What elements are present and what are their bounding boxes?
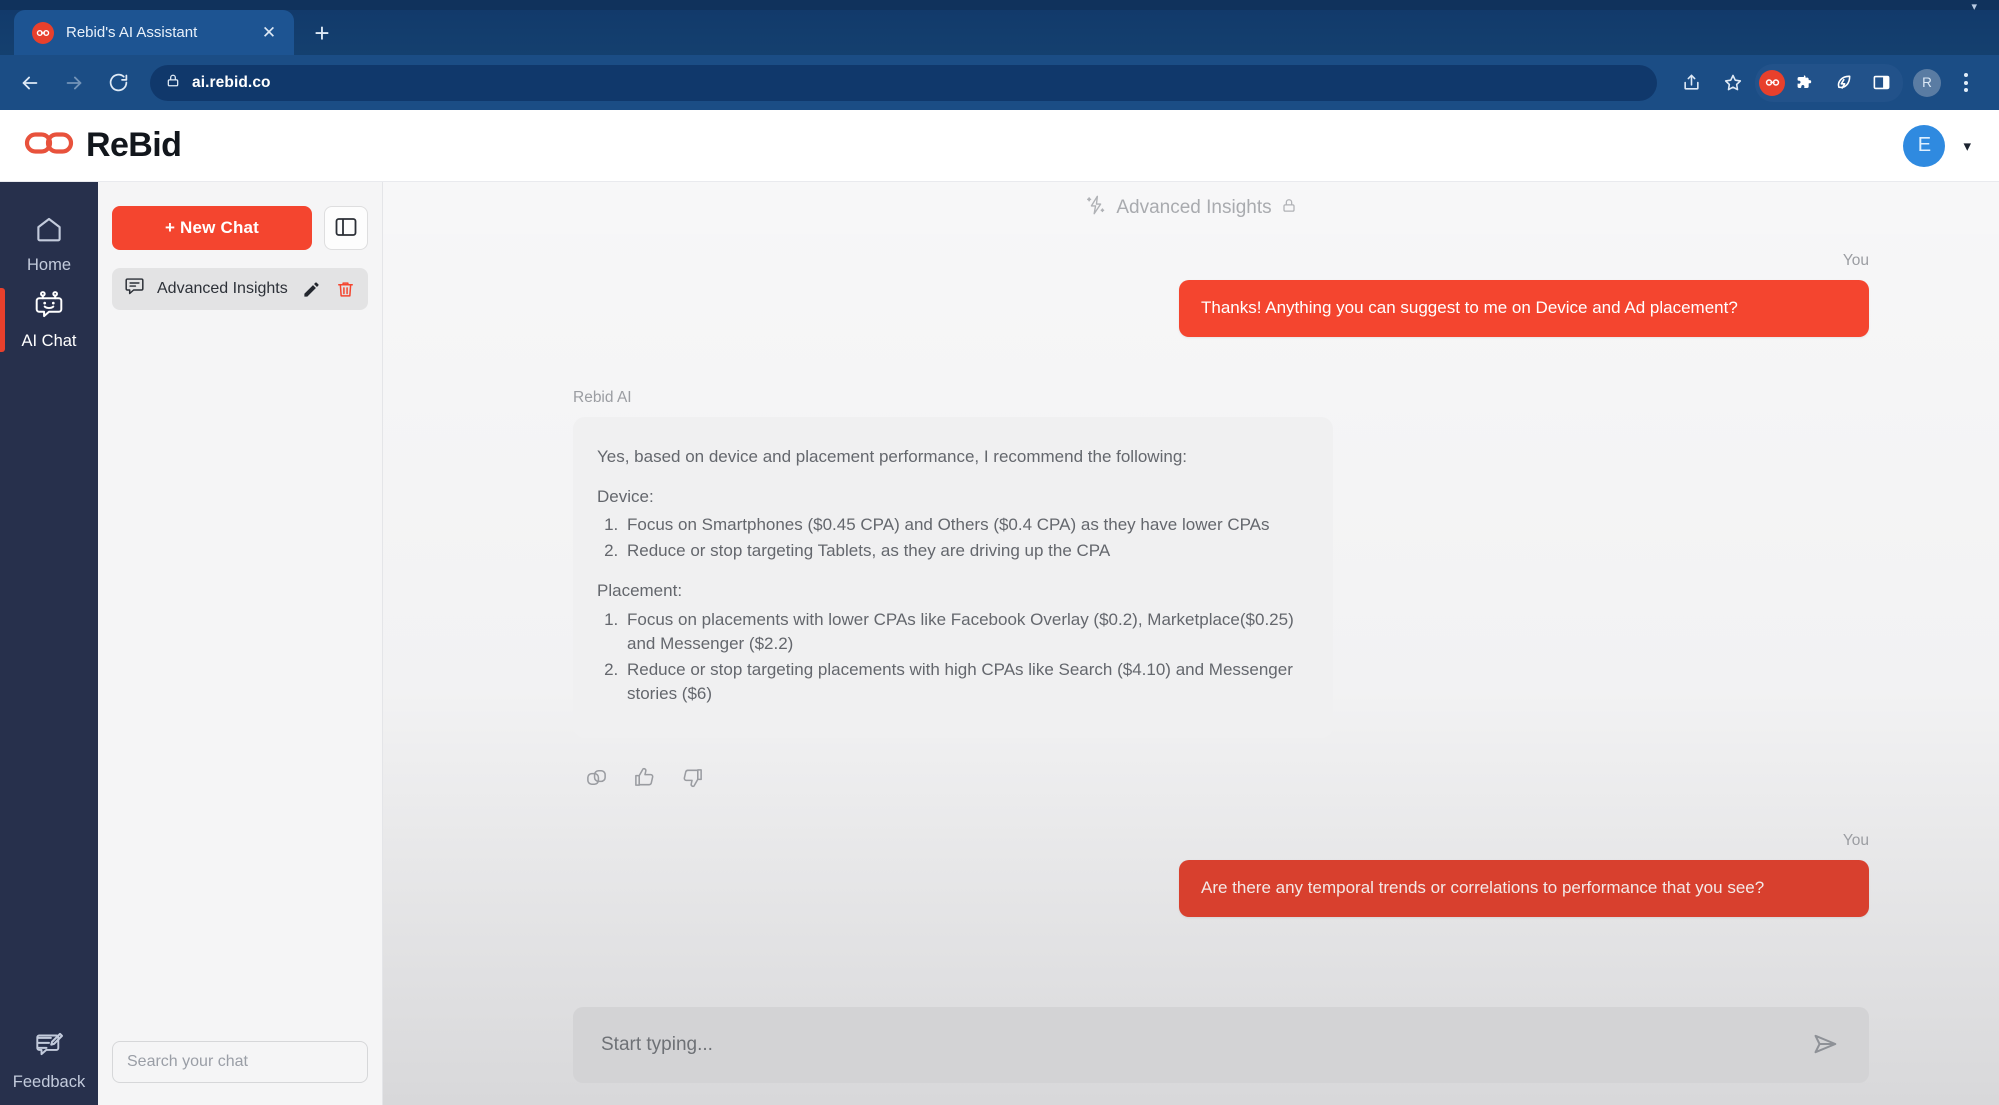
avatar[interactable]: E	[1903, 124, 1946, 167]
chat-list-panel: + New Chat Advanced Insights	[98, 182, 383, 1105]
message-author: You	[1842, 832, 1869, 850]
leaf-bolt-icon[interactable]	[1825, 65, 1861, 101]
new-chat-button[interactable]: + New Chat	[112, 206, 312, 250]
browser-tab-title: Rebid's AI Assistant	[66, 24, 198, 41]
toolbar-actions: R	[1671, 63, 1981, 103]
address-bar-url: ai.rebid.co	[192, 73, 271, 91]
sidebar-item-feedback[interactable]: Feedback	[0, 1023, 98, 1099]
window-controls	[1239, 10, 1999, 22]
message-bubble: Are there any temporal trends or correla…	[1179, 860, 1869, 917]
brand-name: ReBid	[86, 126, 182, 164]
close-icon[interactable]: ✕	[258, 22, 280, 44]
window-title-strip: ▾	[0, 0, 1999, 13]
search-input[interactable]	[112, 1041, 368, 1083]
message-user: You Thanks! Anything you can suggest to …	[573, 252, 1869, 337]
ai-section-list: Focus on placements with lower CPAs like…	[623, 608, 1299, 707]
send-button[interactable]	[1809, 1028, 1843, 1062]
message-bubble: Thanks! Anything you can suggest to me o…	[1179, 280, 1869, 337]
browser-profile-avatar[interactable]: R	[1913, 68, 1941, 97]
thumbs-up-icon[interactable]	[631, 764, 657, 790]
message-input[interactable]	[601, 1034, 1793, 1056]
page-title: Advanced Insights	[1116, 197, 1272, 218]
sidebar-item-ai-chat-label: AI Chat	[21, 331, 77, 350]
kebab-menu-icon[interactable]	[1951, 73, 1981, 92]
sparkle-bolt-icon	[1085, 194, 1107, 222]
primary-nav-rail: Home AI Chat Feedback	[0, 182, 98, 1105]
copy-icon[interactable]	[583, 764, 609, 790]
chevron-down-icon[interactable]: ▾	[1963, 137, 1971, 155]
side-panel-icon[interactable]	[1863, 65, 1899, 101]
message-ai: Rebid AI Yes, based on device and placem…	[573, 389, 1869, 790]
thumbs-down-icon[interactable]	[679, 764, 705, 790]
browser-chrome: ▾ Rebid's AI Assistant ✕ + ai.rebid.co R	[0, 0, 1999, 110]
extensions-pill	[1755, 63, 1903, 102]
sidebar-item-home[interactable]: Home	[0, 206, 98, 282]
ai-list-item: Focus on placements with lower CPAs like…	[623, 608, 1299, 656]
robot-icon	[33, 290, 65, 325]
share-icon[interactable]	[1671, 63, 1711, 103]
conversation-header: Advanced Insights	[383, 182, 1999, 234]
browser-tabstrip: Rebid's AI Assistant ✕ +	[0, 10, 1999, 55]
ai-section-heading: Device:	[597, 487, 654, 507]
chat-main: Advanced Insights You Thanks! Anything y…	[383, 182, 1999, 1105]
feedback-pencil-icon	[34, 1031, 64, 1066]
rebid-chain-link-logo	[24, 126, 76, 165]
rail-bottom: Feedback	[0, 1023, 98, 1099]
home-icon	[34, 214, 64, 249]
app-header-right: E ▾	[1903, 124, 1971, 167]
message-author: Rebid AI	[573, 388, 632, 406]
ai-section-list: Focus on Smartphones ($0.45 CPA) and Oth…	[623, 513, 1299, 563]
message-actions	[573, 764, 1869, 790]
browser-toolbar: ai.rebid.co R	[0, 55, 1999, 110]
pencil-icon[interactable]	[300, 280, 322, 299]
message-author: You	[1842, 252, 1869, 269]
rebid-link-favicon	[32, 21, 54, 44]
list-item[interactable]: Advanced Insights	[112, 268, 368, 310]
chat-bubble-icon	[124, 276, 145, 302]
composer[interactable]	[573, 1007, 1869, 1083]
brand-logo[interactable]: ReBid	[24, 126, 182, 165]
message-list[interactable]: You Thanks! Anything you can suggest to …	[383, 234, 1999, 1007]
ai-list-item: Reduce or stop targeting Tablets, as the…	[623, 539, 1299, 563]
ai-intro: Yes, based on device and placement perfo…	[597, 446, 1187, 466]
trash-icon[interactable]	[334, 280, 356, 299]
chat-panel-top: + New Chat	[112, 206, 368, 250]
rebid-link-extension-icon[interactable]	[1759, 69, 1785, 96]
sidebar-item-home-label: Home	[26, 255, 71, 274]
composer-wrap	[383, 1007, 1999, 1105]
message-user: You Are there any temporal trends or cor…	[573, 832, 1869, 917]
side-panel-toggle-icon	[334, 215, 358, 242]
chat-search-wrap	[112, 1041, 368, 1105]
lock-icon	[166, 73, 180, 93]
app-body: Home AI Chat Feedback + New Chat Advance…	[0, 182, 1999, 1105]
star-icon[interactable]	[1713, 63, 1753, 103]
reload-icon[interactable]	[98, 63, 138, 103]
message-bubble: Yes, based on device and placement perfo…	[573, 416, 1333, 739]
forward-arrow-icon[interactable]	[54, 63, 94, 103]
ai-list-item: Focus on Smartphones ($0.45 CPA) and Oth…	[623, 513, 1299, 537]
ai-list-item: Reduce or stop targeting placements with…	[623, 658, 1299, 706]
app-header: ReBid E ▾	[0, 110, 1999, 182]
side-panel-toggle-button[interactable]	[324, 206, 368, 250]
puzzle-piece-icon[interactable]	[1787, 65, 1823, 101]
sidebar-item-feedback-label: Feedback	[12, 1072, 86, 1091]
sidebar-item-ai-chat[interactable]: AI Chat	[0, 282, 98, 358]
new-tab-button[interactable]: +	[302, 14, 342, 52]
back-arrow-icon[interactable]	[10, 63, 50, 103]
list-item-label: Advanced Insights	[157, 280, 288, 297]
lock-icon	[1281, 197, 1297, 220]
browser-tab[interactable]: Rebid's AI Assistant ✕	[14, 10, 294, 55]
ai-section-heading: Placement:	[597, 581, 683, 601]
address-bar[interactable]: ai.rebid.co	[150, 64, 1657, 101]
send-paper-plane-icon	[1812, 1030, 1840, 1061]
